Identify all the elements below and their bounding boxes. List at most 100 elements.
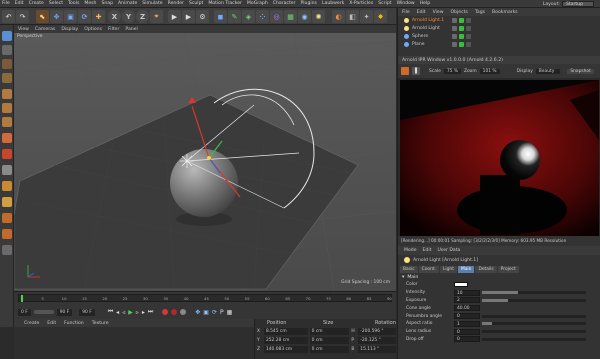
render-picture-viewer-icon[interactable]: ▶ [182, 10, 195, 23]
menu-create[interactable]: Create [29, 1, 44, 6]
tab-basic[interactable]: Basic [400, 265, 418, 273]
undo-icon[interactable]: ↶ [2, 10, 15, 23]
move-key-icon[interactable]: ✥ [195, 309, 200, 316]
size-field[interactable]: 0 cm [309, 328, 350, 335]
pen-icon[interactable]: ✎ [228, 10, 241, 23]
object-menu-bookmarks[interactable]: Bookmarks [492, 10, 518, 15]
enabled-check-icon[interactable] [459, 41, 464, 47]
extra-tool-icon[interactable] [2, 245, 12, 255]
texture-mode-icon[interactable] [2, 59, 12, 69]
visibility-icon[interactable] [452, 25, 457, 31]
rotation-field[interactable]: -200.596 ° [358, 328, 396, 335]
menu-mesh[interactable]: Mesh [84, 1, 96, 6]
menu-sculpt[interactable]: Sculpt [189, 1, 203, 6]
menu-character[interactable]: Character [273, 1, 296, 6]
menu-snap[interactable]: Snap [101, 1, 113, 6]
timeline-ruler[interactable]: 051015202530354045505560657075808590 0 F [18, 294, 407, 302]
next-key-icon[interactable]: ▸ [142, 309, 145, 316]
viewport-menu-display[interactable]: Display [61, 27, 78, 32]
cube-icon[interactable]: ◼ [214, 10, 227, 23]
coordinate-system-icon[interactable]: ⌖ [150, 10, 163, 23]
prev-key-icon[interactable]: ◂ [116, 309, 119, 316]
attribute-slider[interactable] [482, 330, 586, 334]
visibility-icon[interactable] [452, 33, 457, 39]
keyframe-selection-icon[interactable] [180, 309, 187, 315]
tab-project[interactable]: Project [497, 265, 519, 273]
attribute-value-field[interactable]: 10 [454, 289, 480, 296]
soft-selection-icon[interactable] [2, 213, 12, 223]
object-row[interactable]: Arnold Light.1 [398, 16, 600, 24]
attribute-value-field[interactable]: 40.00 [454, 305, 480, 312]
object-menu-tags[interactable]: Tags [475, 10, 485, 15]
menu-select[interactable]: Select [49, 1, 63, 6]
grid-key-icon[interactable]: ▦ [227, 309, 233, 316]
attribute-menu-mode[interactable]: Mode [404, 248, 417, 253]
tag-icon[interactable] [466, 25, 471, 31]
material-menu-function[interactable]: Function [64, 321, 84, 326]
snapshot-button[interactable]: Snapshot [567, 68, 594, 74]
subdivision-icon[interactable]: ◈ [242, 10, 255, 23]
menu-animate[interactable]: Animate [118, 1, 137, 6]
tab-details[interactable]: Details [475, 265, 497, 273]
python-icon[interactable]: ✦ [360, 10, 373, 23]
z-axis-lock-icon[interactable]: Z [136, 10, 149, 23]
position-field[interactable]: 140.083 cm [263, 346, 308, 353]
menu-simulate[interactable]: Simulate [142, 1, 162, 6]
play-icon[interactable]: ▶ [128, 309, 133, 316]
menu-script[interactable]: Script [378, 1, 391, 6]
attribute-slider[interactable] [482, 298, 586, 302]
deformer-icon[interactable]: ◎ [270, 10, 283, 23]
menu-mograph[interactable]: MoGraph [247, 1, 268, 6]
next-frame-icon[interactable]: ▹ [136, 309, 139, 316]
display-dropdown[interactable]: Beauty [535, 68, 561, 74]
ipr-pause-icon[interactable]: ❚ [412, 67, 420, 75]
workplane-icon[interactable] [2, 73, 12, 83]
attribute-value-field[interactable]: 1 [454, 320, 480, 327]
render-view-icon[interactable]: ▶ [168, 10, 181, 23]
polygons-mode-icon[interactable] [2, 117, 12, 127]
menu-edit[interactable]: Edit [15, 1, 24, 6]
light-icon[interactable]: ✺ [312, 10, 325, 23]
preview-range-slider[interactable] [33, 310, 54, 314]
rotate-icon[interactable]: ⟳ [78, 10, 91, 23]
object-menu-objects[interactable]: Objects [451, 10, 468, 15]
render-settings-icon[interactable]: ⚙ [196, 10, 209, 23]
rotate-key-icon[interactable]: ⟳ [212, 309, 217, 316]
material-menu-texture[interactable]: Texture [92, 321, 109, 326]
array-icon[interactable]: ⁘ [256, 10, 269, 23]
scene-icon[interactable]: ▦ [284, 10, 297, 23]
axis-mode-icon[interactable] [2, 133, 12, 143]
size-field[interactable]: 0 cm [309, 346, 350, 353]
position-field[interactable]: 252.28 cm [263, 337, 308, 344]
enabled-check-icon[interactable] [459, 33, 464, 39]
attribute-slider[interactable] [482, 314, 586, 318]
record-key-icon[interactable] [162, 309, 169, 315]
object-row[interactable]: Arnold Light [398, 24, 600, 32]
attribute-value-field[interactable]: 0 [454, 328, 480, 335]
param-key-icon[interactable]: P [220, 309, 224, 316]
autokey-icon[interactable] [171, 309, 178, 315]
scale-icon[interactable]: ▣ [64, 10, 77, 23]
attribute-slider[interactable] [482, 337, 586, 341]
enable-snap-icon[interactable] [2, 181, 12, 191]
ipr-render-output[interactable] [400, 80, 599, 236]
enabled-check-icon[interactable] [459, 25, 464, 31]
menu-window[interactable]: Window [397, 1, 415, 6]
menu-x-particles[interactable]: X-Particles [349, 1, 373, 6]
attribute-value-field[interactable]: 0 [454, 313, 480, 320]
perspective-viewport[interactable]: Perspective Grid Spacing : 100 cm [14, 33, 396, 291]
menu-render[interactable]: Render [168, 1, 184, 6]
object-menu-view[interactable]: View [433, 10, 444, 15]
frame-start-field[interactable]: 0 F [18, 308, 31, 316]
go-to-start-icon[interactable]: ⏮ [108, 308, 113, 316]
material-menu-create[interactable]: Create [24, 321, 39, 326]
menu-tools[interactable]: Tools [68, 1, 79, 6]
tag-icon[interactable] [466, 33, 471, 39]
layout-dropdown[interactable]: Startup [561, 1, 594, 7]
x-axis-lock-icon[interactable]: X [108, 10, 121, 23]
object-menu-file[interactable]: File [402, 10, 410, 15]
viewport-menu-options[interactable]: Options [84, 27, 102, 32]
object-row[interactable]: Sphere [398, 32, 600, 40]
enabled-check-icon[interactable] [459, 17, 464, 23]
viewport-menu-view[interactable]: View [18, 27, 29, 32]
